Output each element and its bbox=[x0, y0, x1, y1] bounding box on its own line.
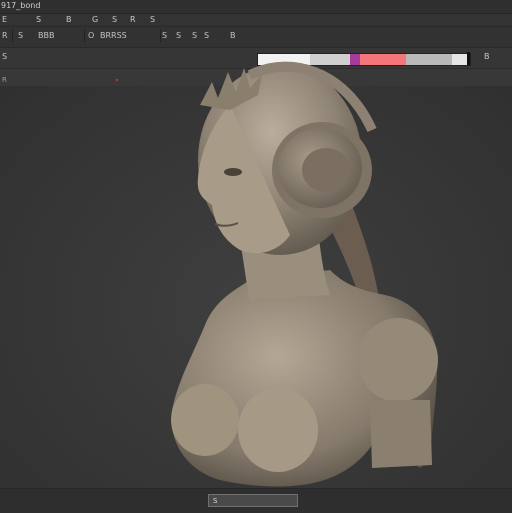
eye bbox=[224, 168, 242, 176]
chest-left bbox=[171, 384, 239, 456]
sculpture-render bbox=[171, 61, 438, 487]
bottom-input-field[interactable]: S bbox=[208, 494, 298, 507]
bottom-bar: S bbox=[0, 488, 512, 513]
chest-right bbox=[238, 388, 318, 472]
headphone-center bbox=[302, 148, 350, 192]
arm-shape bbox=[370, 400, 432, 468]
shoulder-pad bbox=[358, 318, 438, 402]
